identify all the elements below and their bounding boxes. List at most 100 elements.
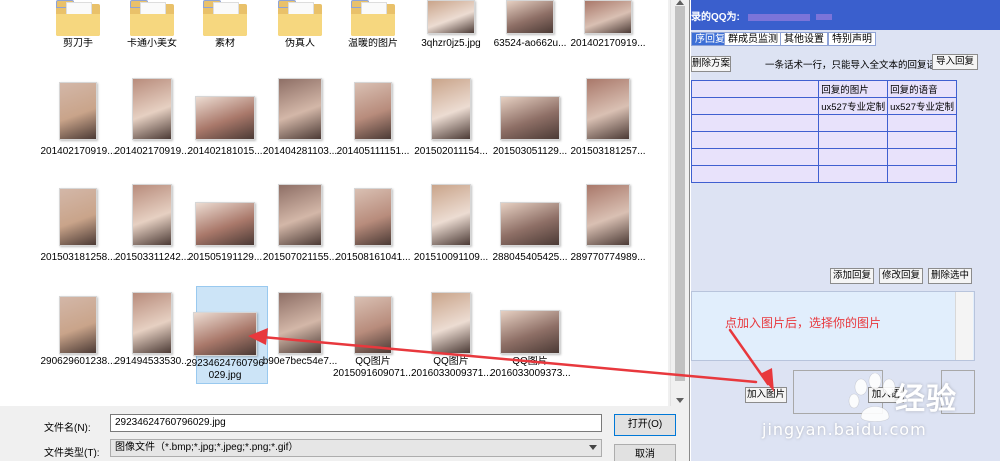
table-cell[interactable]	[818, 165, 889, 183]
edit-reply-button[interactable]: 修改回复	[879, 268, 923, 284]
table-cell[interactable]	[690, 97, 820, 115]
table-header-cell[interactable]: 回复的图片	[818, 80, 889, 98]
delete-plan-button[interactable]: 删除方案	[691, 56, 731, 72]
image-file-item[interactable]: 291494533530...	[112, 0, 192, 406]
image-file-item[interactable]: 63524-ao662u...	[490, 0, 570, 406]
table-header-row: 回复的图片 回复的语音	[690, 80, 957, 98]
image-file-item[interactable]: 201402170919...	[112, 0, 192, 406]
file-name-label: 20140217091​9...	[570, 38, 646, 49]
selection-highlight	[196, 286, 268, 384]
image-file-item[interactable]: 20140217091​9...	[568, 0, 648, 406]
table-cell[interactable]	[690, 114, 820, 132]
table-cell[interactable]	[887, 131, 957, 149]
file-grid: 剪刀手 卡通小美女 素材 伪真人 温暖的图片 3qhzr0jz5.jpg 63524-ao6…	[34, 0, 668, 406]
image-file-item[interactable]: 201507021155...	[260, 0, 340, 406]
table-row[interactable]	[690, 114, 957, 132]
table-header-cell[interactable]	[690, 80, 820, 98]
table-cell[interactable]	[887, 114, 957, 132]
tab-member-monitor[interactable]: 群成员监测	[724, 32, 782, 46]
file-name-label: 201404281103...	[262, 146, 338, 157]
tab-other-settings[interactable]: 其他设置	[780, 32, 828, 46]
folder-icon	[203, 0, 247, 36]
table-cell[interactable]	[887, 165, 957, 183]
add-reply-button[interactable]: 添加回复	[830, 268, 874, 284]
folder-item[interactable]: 卡通小美女	[112, 0, 192, 406]
image-file-item[interactable]: 289770774989...	[568, 0, 648, 406]
open-button[interactable]: 打开(O)	[614, 414, 676, 436]
image-file-item[interactable]: 201503311242...	[112, 0, 192, 406]
file-name-label: QQ图片	[355, 356, 391, 367]
import-reply-button[interactable]: 导入回复	[932, 54, 978, 70]
cancel-button[interactable]: 取消	[614, 444, 676, 461]
file-name-label-line2: 2016033009373...	[490, 368, 570, 379]
scroll-down-icon[interactable]	[676, 398, 684, 403]
table-cell[interactable]	[887, 148, 957, 166]
table-row[interactable]	[690, 148, 957, 166]
table-cell[interactable]: ux527专业定制	[887, 97, 957, 115]
file-name-label: 63524-ao662u...	[493, 38, 567, 49]
image-thumbnail	[500, 310, 560, 354]
image-file-item[interactable]: 201404281103...	[260, 0, 340, 406]
image-file-item[interactable]: 201502011154...	[411, 0, 491, 406]
table-row[interactable]: ux527专业定制 ux527专业定制	[690, 97, 957, 115]
image-file-item[interactable]: QQ图片 2015091609071...	[333, 0, 413, 406]
delete-selected-button[interactable]: 删除选中	[928, 268, 972, 284]
folder-item[interactable]: 伪真人	[260, 0, 340, 406]
image-file-item[interactable]: 201510091109...	[411, 0, 491, 406]
table-row[interactable]	[690, 131, 957, 149]
filename-input[interactable]: 29234624760796029.jpg	[110, 414, 602, 432]
table-cell[interactable]	[690, 165, 820, 183]
folder-item[interactable]: 温暖的图片	[333, 0, 413, 406]
file-name-label: 201502011154...	[414, 146, 488, 157]
tab-special-statement[interactable]: 特别声明	[828, 32, 876, 46]
filetype-select[interactable]: 图像文件（*.bmp;*.jpg;*.jpeg;*.png;*.gif）	[110, 439, 602, 457]
file-name-label: 201507021155...	[262, 252, 338, 263]
image-file-item[interactable]: 201508161041...	[333, 0, 413, 406]
file-name-label: 201510091109...	[413, 252, 489, 263]
image-thumbnail	[354, 82, 392, 140]
image-file-item[interactable]: 290629601238...	[38, 0, 118, 406]
filename-label: 文件名(N):	[44, 423, 91, 434]
image-thumbnail	[278, 78, 322, 140]
image-file-item[interactable]: 201503181258...	[38, 0, 118, 406]
file-name-label: QQ图片	[512, 356, 548, 367]
image-file-item[interactable]: 201503181257...	[568, 0, 648, 406]
file-name-label: 201508161041...	[335, 252, 411, 263]
scrollbar-thumb[interactable]	[675, 6, 685, 381]
table-row[interactable]	[690, 165, 957, 183]
import-hint: 一条话术一行，只能导入全文本的回复话术	[765, 60, 946, 71]
table-cell[interactable]	[818, 131, 889, 149]
file-name-label: 201503311242...	[114, 252, 190, 263]
image-file-item[interactable]: 3qhzr0jz5.jpg	[411, 0, 491, 406]
add-image-button[interactable]: 加入图片	[745, 387, 787, 403]
folder-icon	[351, 0, 395, 36]
image-thumbnail	[431, 292, 471, 354]
image-file-item[interactable]: QQ图片 2016033009371...	[411, 0, 491, 406]
image-file-item[interactable]: 201402170919...	[38, 0, 118, 406]
table-cell[interactable]	[818, 148, 889, 166]
image-file-item[interactable]: 201503051129...	[490, 0, 570, 406]
image-file-item[interactable]: 201405111151...	[333, 0, 413, 406]
vertical-scrollbar[interactable]	[670, 0, 688, 406]
app-header: 录的QQ为:	[691, 0, 1000, 30]
watermark-brand: 经验	[895, 382, 957, 417]
table-header-cell[interactable]: 回复的语音	[887, 80, 957, 98]
image-thumbnail	[132, 292, 172, 354]
file-name-label: 剪刀手	[63, 38, 93, 49]
image-file-item[interactable]: QQ图片 2016033009373...	[490, 0, 570, 406]
folder-item[interactable]: 剪刀手	[38, 0, 118, 406]
table-cell[interactable]: ux527专业定制	[818, 97, 889, 115]
reply-textarea-scrollbar[interactable]	[955, 292, 973, 360]
image-thumbnail	[354, 296, 392, 354]
file-name-label: QQ图片	[433, 356, 469, 367]
image-thumbnail	[59, 188, 97, 246]
masked-qq-suffix	[815, 14, 832, 21]
image-file-item[interactable]: 288045405425...	[490, 0, 570, 406]
table-cell[interactable]	[818, 114, 889, 132]
image-thumbnail	[278, 184, 322, 246]
table-cell[interactable]	[690, 148, 820, 166]
image-thumbnail	[431, 78, 471, 140]
table-cell[interactable]	[690, 131, 820, 149]
scroll-up-icon[interactable]	[676, 0, 684, 5]
image-file-item[interactable]: b90e7bec54e7...	[260, 0, 340, 406]
